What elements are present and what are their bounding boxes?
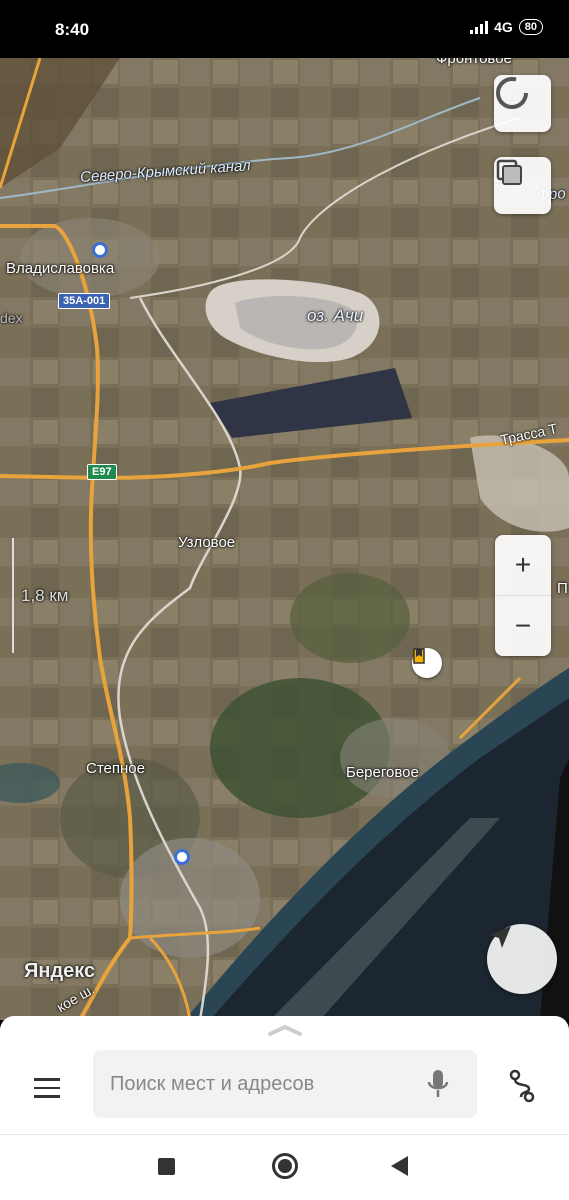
system-nav-bar — [0, 1135, 569, 1200]
label-stepnoe: Степное — [86, 760, 145, 777]
bookmark-icon — [413, 648, 425, 664]
zoom-in-button[interactable]: + — [495, 535, 551, 595]
scale-label: 1,8 км — [21, 586, 69, 605]
label-uzlovoe: Узловое — [178, 534, 236, 551]
routes-button[interactable] — [507, 1069, 537, 1108]
station-pin[interactable] — [174, 849, 190, 865]
label-frontovoe: Фронтовое — [436, 58, 512, 67]
station-pin[interactable] — [92, 242, 108, 258]
refresh-icon — [496, 77, 528, 109]
scale-bar — [12, 538, 14, 653]
sheet-handle[interactable] — [267, 1023, 303, 1042]
status-icons: 4G 80 — [470, 19, 543, 35]
layers-button[interactable] — [494, 75, 551, 132]
home-button[interactable] — [272, 1153, 298, 1179]
satellite-map — [0, 58, 569, 1020]
map-view[interactable]: Фронтовое Северо-Крымский канал Фро Влад… — [0, 58, 569, 1020]
map-layers-button[interactable] — [494, 157, 551, 214]
label-vladislavovka: Владиславовка — [6, 260, 115, 277]
label-lake-achi: оз. Ачи — [307, 306, 364, 325]
status-bar: 8:40 4G 80 — [0, 0, 569, 58]
road-shield-35a001: 35А-001 — [58, 293, 111, 309]
network-type: 4G — [494, 19, 513, 35]
label-beregovoe: Береговое — [346, 764, 419, 781]
search-input[interactable]: Поиск мест и адресов — [93, 1050, 477, 1118]
chevron-up-icon — [268, 1024, 302, 1036]
signal-icon — [470, 20, 489, 34]
road-shield-e97: E97 — [87, 464, 117, 480]
menu-button[interactable] — [34, 1078, 60, 1104]
layers-icon — [496, 159, 522, 185]
bookmark-poi[interactable] — [412, 648, 442, 678]
voice-search-button[interactable] — [427, 1068, 449, 1105]
search-placeholder: Поиск мест и адресов — [110, 1073, 315, 1095]
zoom-out-button[interactable]: − — [495, 595, 551, 656]
status-time: 8:40 — [55, 20, 90, 39]
bottom-sheet[interactable]: Поиск мест и адресов — [0, 1016, 569, 1136]
recent-apps-button[interactable] — [158, 1158, 175, 1175]
label-edge-letter: П — [557, 580, 568, 597]
microphone-icon — [427, 1070, 449, 1097]
yandex-logo: Яндекс — [24, 960, 96, 982]
battery-icon: 80 — [518, 19, 543, 35]
label-dex: dex — [0, 310, 23, 326]
navigation-arrow-icon — [489, 926, 511, 948]
back-button[interactable] — [391, 1156, 408, 1176]
route-icon — [509, 1069, 535, 1103]
zoom-controls: + − — [495, 535, 551, 656]
my-location-button[interactable] — [487, 924, 557, 994]
